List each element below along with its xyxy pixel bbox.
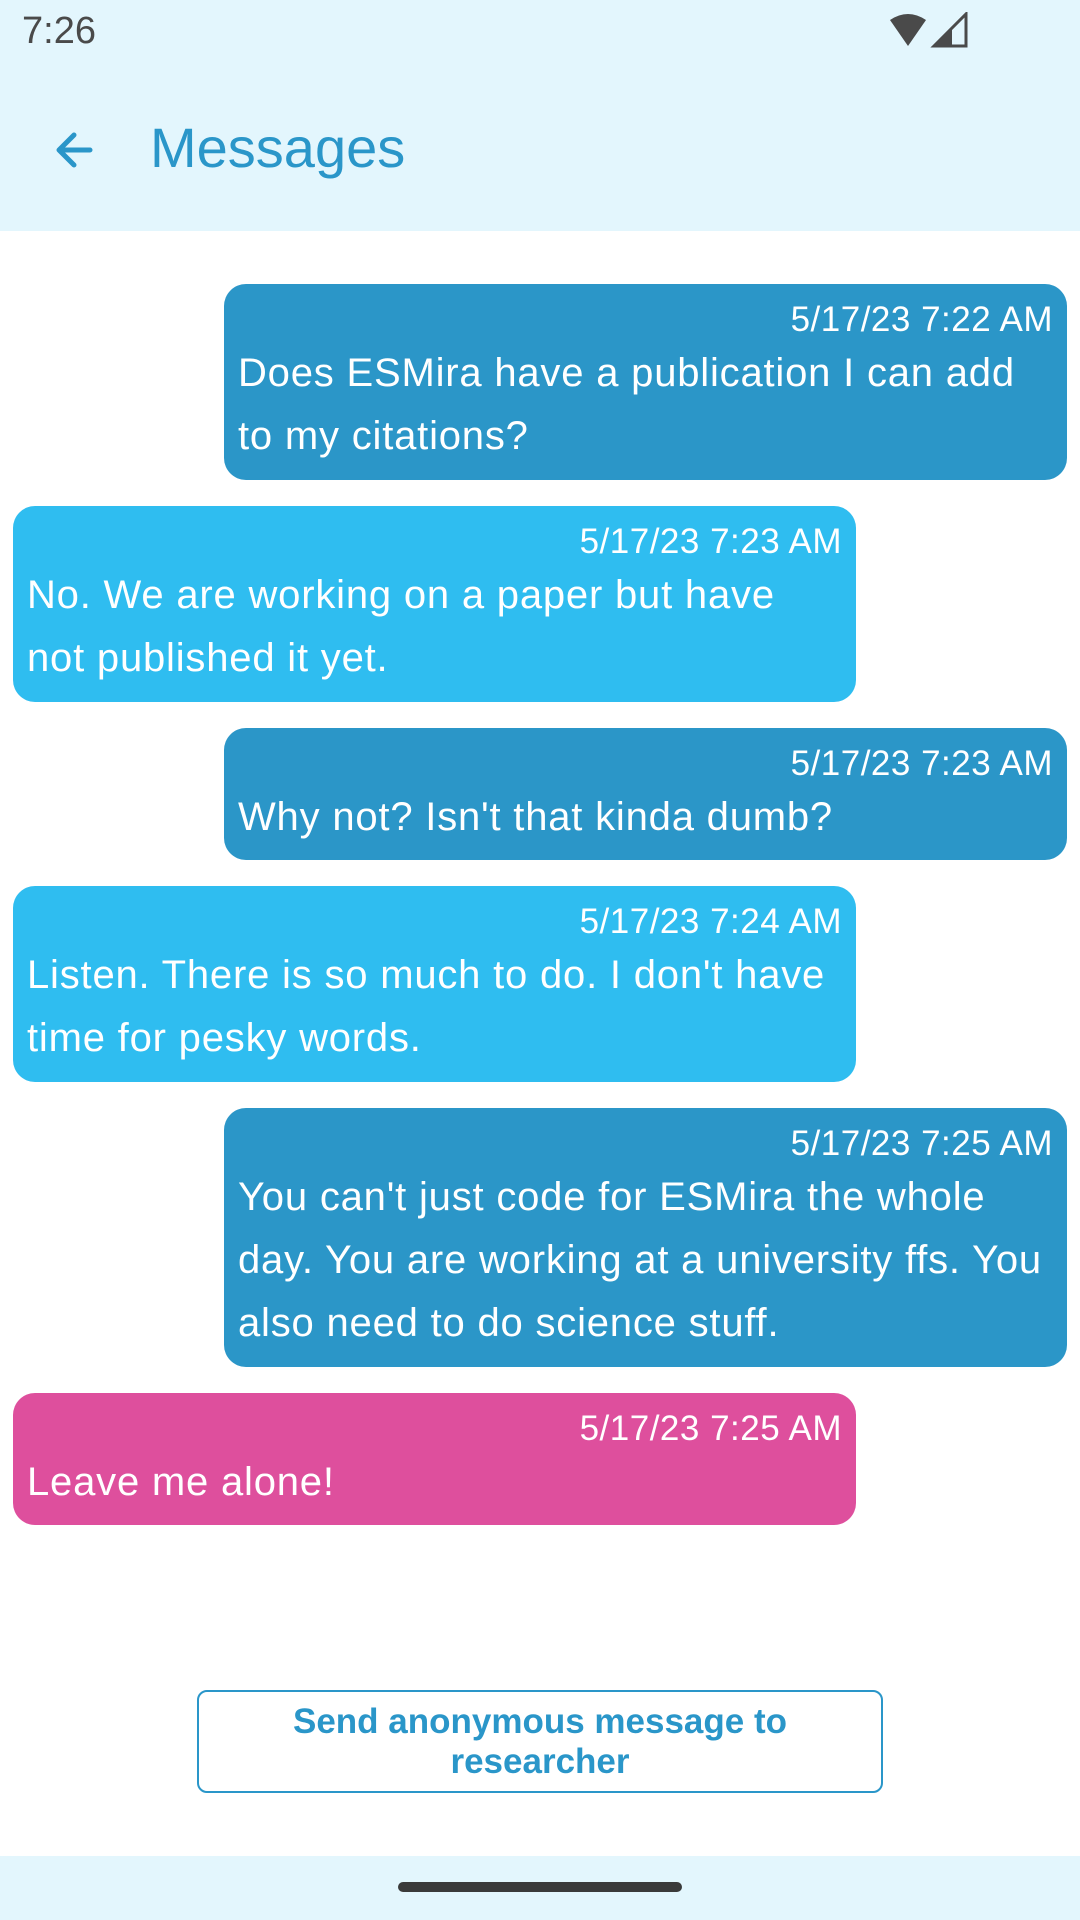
message-bubble: 5/17/23 7:24 AM Listen. There is so much…	[13, 886, 856, 1082]
app-bar: Messages	[0, 64, 1080, 231]
status-time: 7:26	[22, 10, 96, 52]
gesture-handle[interactable]	[398, 1882, 682, 1892]
page-title: Messages	[150, 116, 406, 179]
message-timestamp: 5/17/23 7:24 AM	[579, 902, 842, 941]
message-bubble: 5/17/23 7:23 AM Why not? Isn't that kind…	[224, 728, 1067, 860]
status-bar: 7:26	[0, 0, 1080, 64]
back-button[interactable]	[38, 114, 110, 186]
message-text: Does ESMira have a publication I can add…	[238, 351, 1015, 458]
arrow-left-icon	[56, 132, 93, 168]
message-text: No. We are working on a paper but have n…	[27, 573, 775, 680]
message-text: Listen. There is so much to do. I don't …	[27, 953, 826, 1060]
navigation-bar	[0, 1856, 1080, 1920]
message-text: You can't just code for ESMira the whole…	[238, 1175, 1042, 1345]
cell-signal-icon	[930, 10, 968, 48]
message-timestamp: 5/17/23 7:23 AM	[579, 522, 842, 561]
message-timestamp: 5/17/23 7:23 AM	[790, 744, 1053, 783]
message-timestamp: 5/17/23 7:22 AM	[790, 300, 1053, 339]
message-timestamp: 5/17/23 7:25 AM	[790, 1124, 1053, 1163]
message-bubble: 5/17/23 7:25 AM Leave me alone!	[13, 1393, 856, 1525]
message-bubble: 5/17/23 7:22 AM Does ESMira have a publi…	[224, 284, 1067, 480]
message-timestamp: 5/17/23 7:25 AM	[579, 1409, 842, 1448]
send-anonymous-message-button[interactable]: Send anonymous message to researcher	[197, 1690, 883, 1793]
wifi-icon	[890, 14, 926, 46]
message-bubble: 5/17/23 7:23 AM No. We are working on a …	[13, 506, 856, 702]
message-bubble: 5/17/23 7:25 AM You can't just code for …	[224, 1108, 1067, 1367]
message-text: Why not? Isn't that kinda dumb?	[238, 795, 833, 839]
status-icons	[890, 10, 970, 52]
message-text: Leave me alone!	[27, 1460, 335, 1504]
